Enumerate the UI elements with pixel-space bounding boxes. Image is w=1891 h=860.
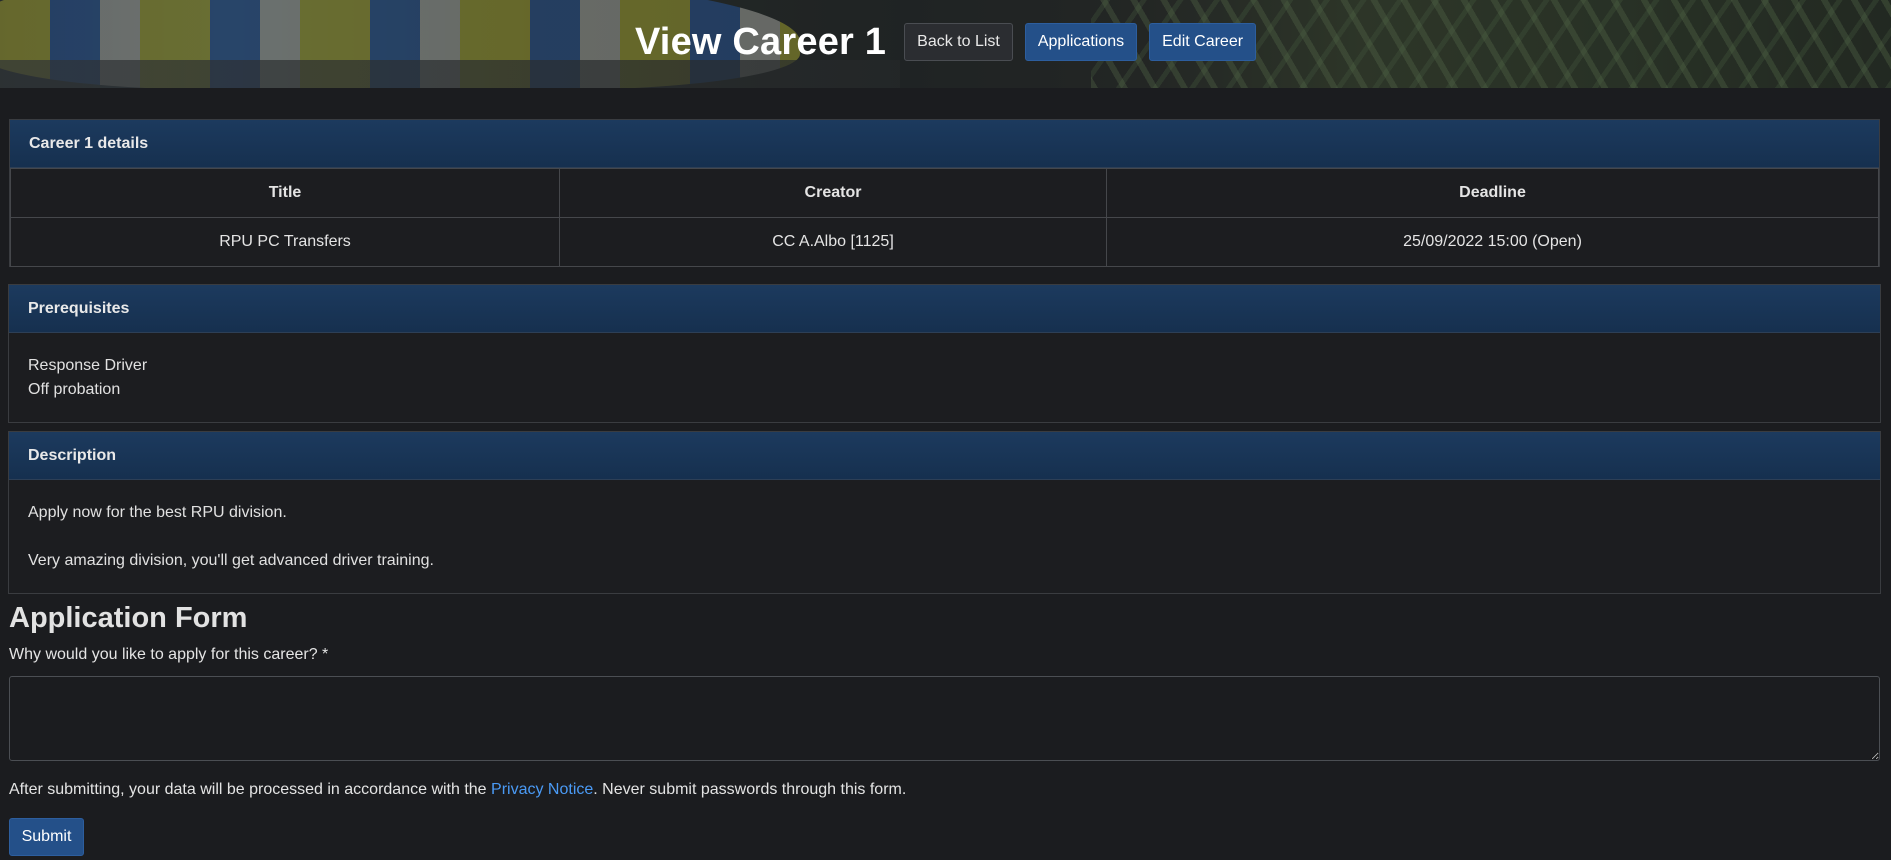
table-header-row: Title Creator Deadline: [10, 168, 1879, 218]
prerequisites-panel: Prerequisites Response Driver Off probat…: [8, 284, 1881, 423]
page-header: View Career 1 Back to List Applications …: [0, 0, 1891, 88]
privacy-notice-text: After submitting, your data will be proc…: [9, 781, 906, 799]
table-row: RPU PC Transfers CC A.Albo [1125] 25/09/…: [10, 217, 1879, 267]
back-to-list-button[interactable]: Back to List: [904, 23, 1013, 61]
application-form-title: Application Form: [9, 602, 248, 634]
career-details-panel: Career 1 details Title Creator Deadline …: [9, 119, 1880, 267]
privacy-suffix: . Never submit passwords through this fo…: [593, 781, 907, 798]
column-header-deadline: Deadline: [1106, 168, 1879, 218]
description-heading: Description: [9, 432, 1880, 480]
column-header-creator: Creator: [559, 168, 1107, 218]
cell-creator: CC A.Albo [1125]: [559, 217, 1107, 267]
cell-deadline: 25/09/2022 15:00 (Open): [1106, 217, 1879, 267]
prerequisite-item: Off probation: [28, 381, 121, 398]
description-panel: Description Apply now for the best RPU d…: [8, 431, 1881, 594]
privacy-notice-link[interactable]: Privacy Notice: [491, 781, 593, 798]
description-line: Very amazing division, you'll get advanc…: [28, 552, 434, 569]
description-line: Apply now for the best RPU division.: [28, 504, 287, 521]
question-label: Why would you like to apply for this car…: [9, 646, 329, 663]
cell-title: RPU PC Transfers: [10, 217, 560, 267]
description-body: Apply now for the best RPU division. Ver…: [9, 480, 1880, 593]
prerequisites-heading: Prerequisites: [9, 285, 1880, 333]
applications-button[interactable]: Applications: [1024, 23, 1138, 61]
page-title: View Career 1: [634, 20, 887, 63]
column-header-title: Title: [10, 168, 560, 218]
prerequisite-item: Response Driver: [28, 357, 148, 374]
career-details-table: Title Creator Deadline RPU PC Transfers …: [10, 168, 1879, 267]
answer-textarea[interactable]: [9, 676, 1880, 761]
prerequisites-body: Response Driver Off probation: [9, 333, 1880, 422]
submit-button[interactable]: Submit: [9, 818, 84, 856]
career-details-heading: Career 1 details: [10, 120, 1879, 168]
edit-career-button[interactable]: Edit Career: [1149, 23, 1257, 61]
privacy-prefix: After submitting, your data will be proc…: [9, 781, 492, 798]
